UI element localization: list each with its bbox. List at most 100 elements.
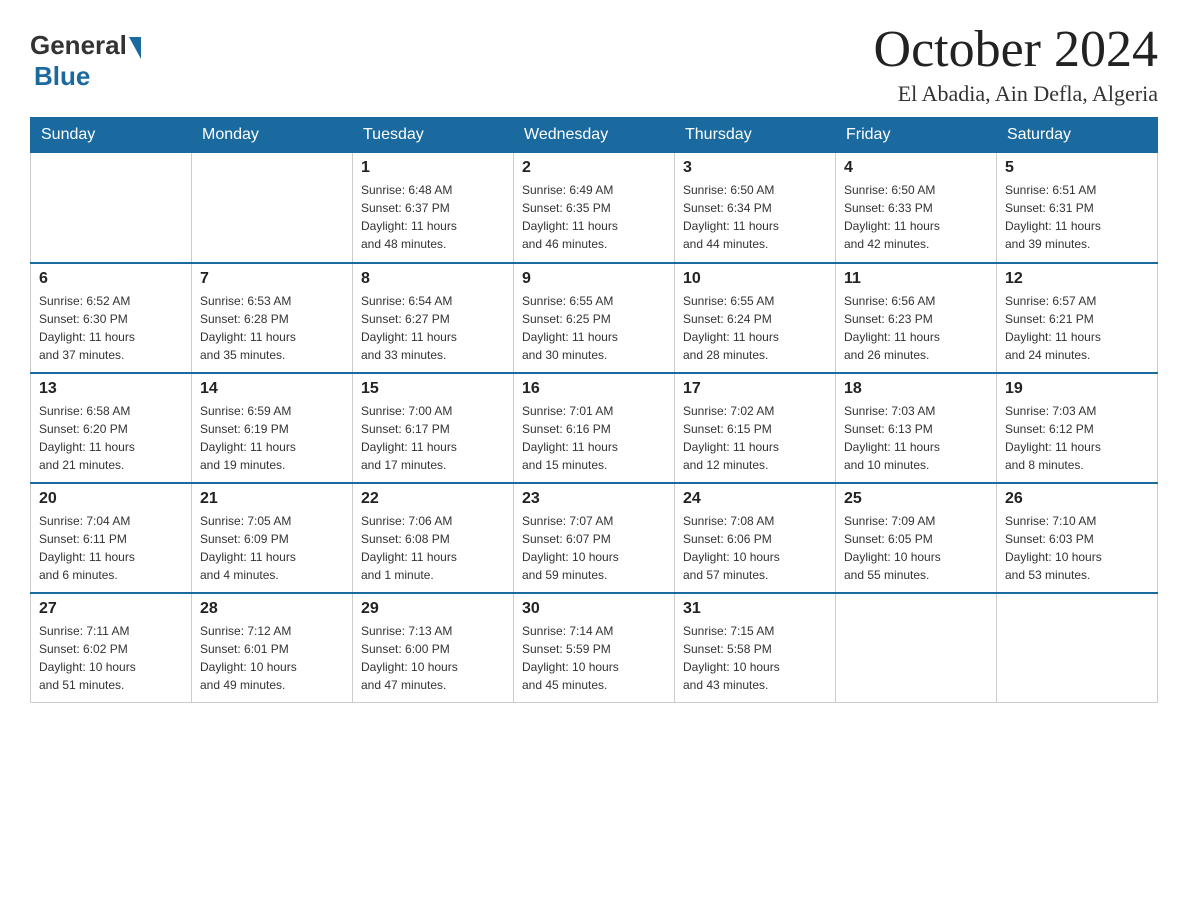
day-number: 30 bbox=[522, 600, 666, 618]
logo-wordmark: General Blue bbox=[30, 30, 141, 92]
day-cell-3-2: 22 Sunrise: 7:06 AM Sunset: 6:08 PM Dayli… bbox=[353, 483, 514, 593]
day-info: Sunrise: 7:00 AM Sunset: 6:17 PM Dayligh… bbox=[361, 402, 505, 474]
day-cell-4-0: 27 Sunrise: 7:11 AM Sunset: 6:02 PM Dayli… bbox=[31, 593, 192, 703]
day-info: Sunrise: 6:48 AM Sunset: 6:37 PM Dayligh… bbox=[361, 181, 505, 253]
header-wednesday: Wednesday bbox=[514, 118, 675, 153]
day-cell-3-0: 20Sunrise: 7:04 AM Sunset: 6:11 PM Dayli… bbox=[31, 483, 192, 593]
day-info: Sunrise: 7:15 AM Sunset: 5:58 PM Dayligh… bbox=[683, 622, 827, 694]
day-info: Sunrise: 7:11 AM Sunset: 6:02 PM Dayligh… bbox=[39, 622, 183, 694]
day-number: 25 bbox=[844, 490, 988, 508]
day-cell-2-6: 19Sunrise: 7:03 AM Sunset: 6:12 PM Dayli… bbox=[997, 373, 1158, 483]
day-number: 22 bbox=[361, 490, 505, 508]
day-info: Sunrise: 6:49 AM Sunset: 6:35 PM Dayligh… bbox=[522, 181, 666, 253]
day-cell-1-2: 8 Sunrise: 6:54 AM Sunset: 6:27 PM Daylig… bbox=[353, 263, 514, 373]
day-number: 7 bbox=[200, 270, 344, 288]
day-info: Sunrise: 7:02 AM Sunset: 6:15 PM Dayligh… bbox=[683, 402, 827, 474]
day-info: Sunrise: 7:03 AM Sunset: 6:12 PM Dayligh… bbox=[1005, 402, 1149, 474]
day-cell-3-1: 21Sunrise: 7:05 AM Sunset: 6:09 PM Dayli… bbox=[192, 483, 353, 593]
day-number: 17 bbox=[683, 380, 827, 398]
page-header: General Blue October 2024 El Abadia, Ain… bbox=[30, 20, 1158, 107]
day-number: 21 bbox=[200, 490, 344, 508]
day-info: Sunrise: 7:09 AM Sunset: 6:05 PM Dayligh… bbox=[844, 512, 988, 584]
logo-blue: Blue bbox=[34, 61, 90, 91]
day-number: 9 bbox=[522, 270, 666, 288]
day-number: 27 bbox=[39, 600, 183, 618]
day-number: 24 bbox=[683, 490, 827, 508]
day-info: Sunrise: 7:10 AM Sunset: 6:03 PM Dayligh… bbox=[1005, 512, 1149, 584]
weekday-header-row: Sunday Monday Tuesday Wednesday Thursday… bbox=[31, 118, 1158, 153]
week-row-2: 6Sunrise: 6:52 AM Sunset: 6:30 PM Daylig… bbox=[31, 263, 1158, 373]
day-cell-1-0: 6Sunrise: 6:52 AM Sunset: 6:30 PM Daylig… bbox=[31, 263, 192, 373]
title-area: October 2024 El Abadia, Ain Defla, Alger… bbox=[874, 20, 1158, 107]
day-number: 26 bbox=[1005, 490, 1149, 508]
day-number: 2 bbox=[522, 159, 666, 177]
day-number: 5 bbox=[1005, 159, 1149, 177]
day-number: 11 bbox=[844, 270, 988, 288]
day-number: 4 bbox=[844, 159, 988, 177]
day-number: 8 bbox=[361, 270, 505, 288]
day-info: Sunrise: 6:52 AM Sunset: 6:30 PM Dayligh… bbox=[39, 292, 183, 364]
day-info: Sunrise: 6:56 AM Sunset: 6:23 PM Dayligh… bbox=[844, 292, 988, 364]
day-cell-4-1: 28 Sunrise: 7:12 AM Sunset: 6:01 PM Dayli… bbox=[192, 593, 353, 703]
header-friday: Friday bbox=[836, 118, 997, 153]
day-cell-3-5: 25 Sunrise: 7:09 AM Sunset: 6:05 PM Dayli… bbox=[836, 483, 997, 593]
header-sunday: Sunday bbox=[31, 118, 192, 153]
week-row-3: 13 Sunrise: 6:58 AM Sunset: 6:20 PM Dayli… bbox=[31, 373, 1158, 483]
day-cell-2-1: 14 Sunrise: 6:59 AM Sunset: 6:19 PM Dayli… bbox=[192, 373, 353, 483]
day-cell-1-6: 12Sunrise: 6:57 AM Sunset: 6:21 PM Dayli… bbox=[997, 263, 1158, 373]
day-cell-2-3: 16Sunrise: 7:01 AM Sunset: 6:16 PM Dayli… bbox=[514, 373, 675, 483]
day-cell-3-4: 24 Sunrise: 7:08 AM Sunset: 6:06 PM Dayli… bbox=[675, 483, 836, 593]
day-cell-1-3: 9 Sunrise: 6:55 AM Sunset: 6:25 PM Daylig… bbox=[514, 263, 675, 373]
day-info: Sunrise: 7:14 AM Sunset: 5:59 PM Dayligh… bbox=[522, 622, 666, 694]
day-number: 14 bbox=[200, 380, 344, 398]
logo-general: General bbox=[30, 30, 127, 60]
day-info: Sunrise: 6:54 AM Sunset: 6:27 PM Dayligh… bbox=[361, 292, 505, 364]
day-cell-0-1 bbox=[192, 153, 353, 263]
day-cell-2-0: 13 Sunrise: 6:58 AM Sunset: 6:20 PM Dayli… bbox=[31, 373, 192, 483]
day-info: Sunrise: 7:08 AM Sunset: 6:06 PM Dayligh… bbox=[683, 512, 827, 584]
day-cell-1-5: 11 Sunrise: 6:56 AM Sunset: 6:23 PM Dayli… bbox=[836, 263, 997, 373]
day-info: Sunrise: 7:01 AM Sunset: 6:16 PM Dayligh… bbox=[522, 402, 666, 474]
day-info: Sunrise: 7:13 AM Sunset: 6:00 PM Dayligh… bbox=[361, 622, 505, 694]
day-number: 23 bbox=[522, 490, 666, 508]
day-number: 1 bbox=[361, 159, 505, 177]
day-cell-4-5 bbox=[836, 593, 997, 703]
day-number: 29 bbox=[361, 600, 505, 618]
header-tuesday: Tuesday bbox=[353, 118, 514, 153]
logo-triangle-icon bbox=[129, 37, 141, 59]
week-row-4: 20Sunrise: 7:04 AM Sunset: 6:11 PM Dayli… bbox=[31, 483, 1158, 593]
day-info: Sunrise: 6:55 AM Sunset: 6:25 PM Dayligh… bbox=[522, 292, 666, 364]
day-number: 10 bbox=[683, 270, 827, 288]
day-cell-0-5: 4Sunrise: 6:50 AM Sunset: 6:33 PM Daylig… bbox=[836, 153, 997, 263]
week-row-1: 1 Sunrise: 6:48 AM Sunset: 6:37 PM Daylig… bbox=[31, 153, 1158, 263]
day-info: Sunrise: 7:06 AM Sunset: 6:08 PM Dayligh… bbox=[361, 512, 505, 584]
day-cell-0-2: 1 Sunrise: 6:48 AM Sunset: 6:37 PM Daylig… bbox=[353, 153, 514, 263]
day-number: 12 bbox=[1005, 270, 1149, 288]
day-cell-2-2: 15 Sunrise: 7:00 AM Sunset: 6:17 PM Dayli… bbox=[353, 373, 514, 483]
day-info: Sunrise: 6:53 AM Sunset: 6:28 PM Dayligh… bbox=[200, 292, 344, 364]
day-cell-2-4: 17 Sunrise: 7:02 AM Sunset: 6:15 PM Dayli… bbox=[675, 373, 836, 483]
day-info: Sunrise: 6:58 AM Sunset: 6:20 PM Dayligh… bbox=[39, 402, 183, 474]
day-cell-1-1: 7 Sunrise: 6:53 AM Sunset: 6:28 PM Daylig… bbox=[192, 263, 353, 373]
day-number: 28 bbox=[200, 600, 344, 618]
day-cell-4-6 bbox=[997, 593, 1158, 703]
calendar-title: October 2024 bbox=[874, 20, 1158, 79]
day-info: Sunrise: 7:04 AM Sunset: 6:11 PM Dayligh… bbox=[39, 512, 183, 584]
day-cell-3-3: 23 Sunrise: 7:07 AM Sunset: 6:07 PM Dayli… bbox=[514, 483, 675, 593]
day-number: 15 bbox=[361, 380, 505, 398]
calendar-subtitle: El Abadia, Ain Defla, Algeria bbox=[874, 81, 1158, 107]
header-thursday: Thursday bbox=[675, 118, 836, 153]
day-number: 18 bbox=[844, 380, 988, 398]
day-cell-4-2: 29 Sunrise: 7:13 AM Sunset: 6:00 PM Dayli… bbox=[353, 593, 514, 703]
header-monday: Monday bbox=[192, 118, 353, 153]
day-info: Sunrise: 7:07 AM Sunset: 6:07 PM Dayligh… bbox=[522, 512, 666, 584]
day-number: 13 bbox=[39, 380, 183, 398]
day-cell-1-4: 10Sunrise: 6:55 AM Sunset: 6:24 PM Dayli… bbox=[675, 263, 836, 373]
day-cell-2-5: 18Sunrise: 7:03 AM Sunset: 6:13 PM Dayli… bbox=[836, 373, 997, 483]
day-cell-0-0 bbox=[31, 153, 192, 263]
day-info: Sunrise: 7:12 AM Sunset: 6:01 PM Dayligh… bbox=[200, 622, 344, 694]
day-cell-0-3: 2 Sunrise: 6:49 AM Sunset: 6:35 PM Daylig… bbox=[514, 153, 675, 263]
calendar-table: Sunday Monday Tuesday Wednesday Thursday… bbox=[30, 117, 1158, 703]
day-info: Sunrise: 6:59 AM Sunset: 6:19 PM Dayligh… bbox=[200, 402, 344, 474]
header-saturday: Saturday bbox=[997, 118, 1158, 153]
